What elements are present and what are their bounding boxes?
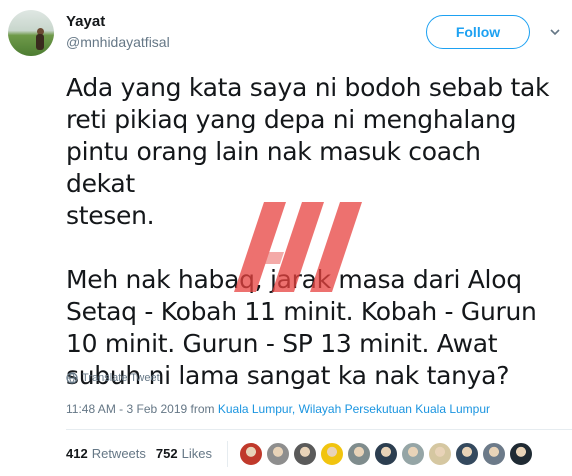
liker-avatars <box>239 442 533 466</box>
liker-avatar[interactable] <box>293 442 317 466</box>
liker-avatar[interactable] <box>428 442 452 466</box>
tweet-meta: 11:48 AM - 3 Feb 2019 from Kuala Lumpur,… <box>66 402 490 416</box>
liker-avatar[interactable] <box>509 442 533 466</box>
user-avatar[interactable] <box>8 10 54 56</box>
likes-count[interactable]: 752 <box>156 446 178 461</box>
chevron-down-icon[interactable] <box>549 26 561 38</box>
divider <box>66 429 572 430</box>
liker-avatar[interactable] <box>320 442 344 466</box>
translate-tweet-link[interactable]: Translate Tweet <box>66 372 160 384</box>
translate-label[interactable]: Translate Tweet <box>82 372 160 384</box>
liker-avatar[interactable] <box>455 442 479 466</box>
tweet-stats: 412 Retweets 752 Likes <box>66 446 212 461</box>
liker-avatar[interactable] <box>401 442 425 466</box>
liker-avatar[interactable] <box>482 442 506 466</box>
tweet-location[interactable]: Kuala Lumpur, Wilayah Persekutuan Kuala … <box>218 402 490 416</box>
user-handle[interactable]: @mnhidayatfisal <box>66 34 170 50</box>
avatar-person <box>36 34 44 50</box>
liker-avatar[interactable] <box>266 442 290 466</box>
tweet-timestamp[interactable]: 11:48 AM - 3 Feb 2019 from <box>66 402 218 416</box>
user-name[interactable]: Yayat <box>66 13 105 30</box>
liker-avatar[interactable] <box>374 442 398 466</box>
retweets-label[interactable]: Retweets <box>92 446 146 461</box>
tweet-text: Ada yang kata saya ni bodoh sebab tak re… <box>66 73 550 390</box>
globe-icon <box>66 372 78 384</box>
liker-avatar[interactable] <box>239 442 263 466</box>
follow-button[interactable]: Follow <box>426 15 530 49</box>
likes-label[interactable]: Likes <box>182 446 212 461</box>
liker-avatar[interactable] <box>347 442 371 466</box>
stats-divider <box>227 441 228 467</box>
retweets-count[interactable]: 412 <box>66 446 88 461</box>
